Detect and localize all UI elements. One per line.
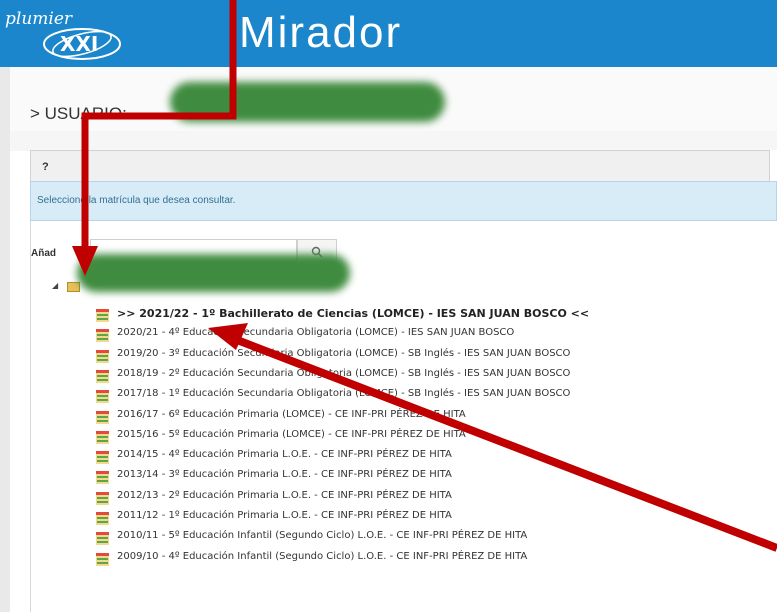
annotation-arrow-top [81,0,237,250]
annotation-arrow-bottom [230,334,777,552]
arrow-head-top [72,246,98,276]
annotation-arrows [72,0,777,552]
